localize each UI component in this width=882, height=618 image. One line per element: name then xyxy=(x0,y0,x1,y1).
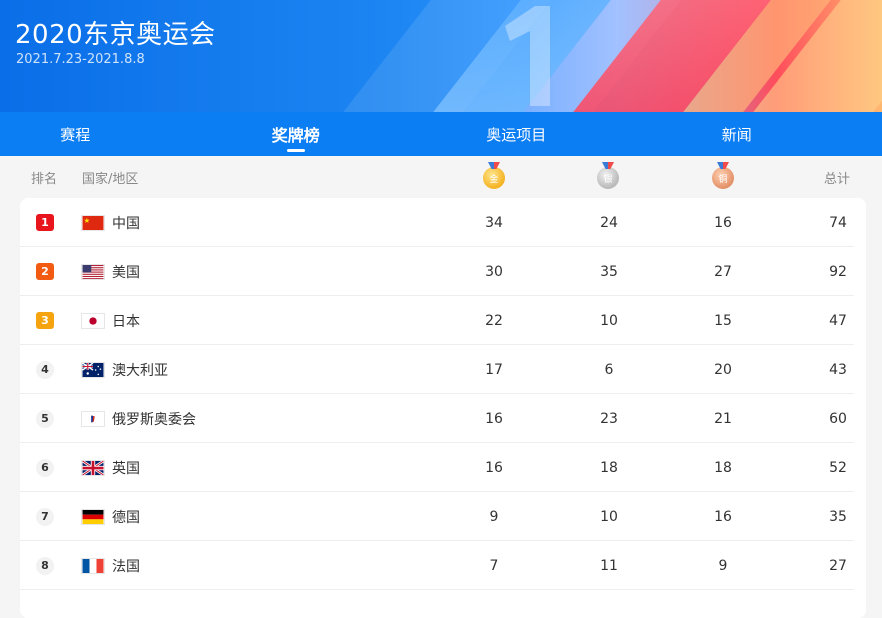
tab-label: 赛程 xyxy=(60,124,90,145)
event-dates: 2021.7.23-2021.8.8 xyxy=(16,52,145,67)
uk-flag-icon xyxy=(81,460,105,476)
tab-bar: 赛程 奖牌榜 奥运项目 新闻 xyxy=(0,112,882,156)
bronze-count: 18 xyxy=(703,443,743,492)
silver-count: 18 xyxy=(589,443,629,492)
japan-flag-icon xyxy=(81,313,105,329)
total-count: 43 xyxy=(818,345,858,394)
rank-badge: 6 xyxy=(36,459,54,477)
gold-count: 17 xyxy=(474,345,514,394)
country-name: 澳大利亚 xyxy=(112,345,168,394)
table-row[interactable]: 7 德国 9 10 16 35 xyxy=(20,492,854,541)
table-row[interactable]: 2 美国 30 35 27 92 xyxy=(20,247,854,296)
usa-flag-icon xyxy=(81,264,105,280)
table-row[interactable]: 4 澳大利亚 17 6 20 43 xyxy=(20,345,854,394)
gold-count: 16 xyxy=(474,443,514,492)
tab-schedule[interactable]: 赛程 xyxy=(0,112,221,156)
rank-badge: 8 xyxy=(36,557,54,575)
total-count: 47 xyxy=(818,296,858,345)
page-title: 2020东京奥运会 xyxy=(15,14,216,51)
silver-count: 6 xyxy=(589,345,629,394)
gold-count: 34 xyxy=(474,198,514,247)
country-name: 法国 xyxy=(112,541,140,590)
country-name: 中国 xyxy=(112,198,140,247)
country-name: 英国 xyxy=(112,443,140,492)
total-count: 35 xyxy=(818,492,858,541)
silver-count: 11 xyxy=(589,541,629,590)
table-row[interactable]: 5 俄罗斯奥委会 16 23 21 60 xyxy=(20,394,854,443)
tab-olympic-sports[interactable]: 奥运项目 xyxy=(441,112,662,156)
gold-count: 7 xyxy=(474,541,514,590)
china-flag-icon xyxy=(81,215,105,231)
total-count: 27 xyxy=(818,541,858,590)
gold-medal-icon: 金 xyxy=(483,156,505,198)
rank-badge: 2 xyxy=(36,263,54,280)
table-row[interactable]: 1 中国 34 24 16 74 xyxy=(20,198,854,247)
gold-count: 30 xyxy=(474,247,514,296)
rank-badge: 7 xyxy=(36,508,54,526)
silver-count: 23 xyxy=(589,394,629,443)
medal-table: 1 中国 34 24 16 74 2 美国 30 35 27 92 xyxy=(20,198,866,618)
tab-label: 奖牌榜 xyxy=(272,122,320,146)
tab-label: 奥运项目 xyxy=(486,124,546,145)
rank-badge: 5 xyxy=(36,410,54,428)
active-tab-indicator xyxy=(287,149,305,152)
medal-table-header: 排名 国家/地区 金 银 铜 总计 xyxy=(0,156,882,198)
tab-medal-table[interactable]: 奖牌榜 xyxy=(221,112,442,156)
silver-medal-icon: 银 xyxy=(597,156,619,198)
france-flag-icon xyxy=(81,558,105,574)
bronze-count: 16 xyxy=(703,492,743,541)
total-count: 92 xyxy=(818,247,858,296)
header-banner: 2020东京奥运会 2021.7.23-2021.8.8 xyxy=(0,0,882,112)
total-count: 60 xyxy=(818,394,858,443)
bronze-count: 16 xyxy=(703,198,743,247)
country-header: 国家/地区 xyxy=(82,156,138,198)
table-row[interactable]: 3 日本 22 10 15 47 xyxy=(20,296,854,345)
roc-flag-icon xyxy=(81,411,105,427)
country-name: 俄罗斯奥委会 xyxy=(112,394,196,443)
total-count: 74 xyxy=(818,198,858,247)
bronze-count: 20 xyxy=(703,345,743,394)
silver-count: 10 xyxy=(589,492,629,541)
gold-count: 16 xyxy=(474,394,514,443)
gold-count: 9 xyxy=(474,492,514,541)
gold-count: 22 xyxy=(474,296,514,345)
table-row[interactable]: 6 英国 16 18 18 52 xyxy=(20,443,854,492)
silver-count: 10 xyxy=(589,296,629,345)
total-header: 总计 xyxy=(824,156,850,198)
tab-news[interactable]: 新闻 xyxy=(662,112,882,156)
germany-flag-icon xyxy=(81,509,105,525)
rank-badge: 3 xyxy=(36,312,54,329)
silver-count: 35 xyxy=(589,247,629,296)
total-count: 52 xyxy=(818,443,858,492)
rank-badge: 1 xyxy=(36,214,54,231)
rank-header: 排名 xyxy=(31,156,57,198)
bronze-count: 15 xyxy=(703,296,743,345)
country-name: 美国 xyxy=(112,247,140,296)
bronze-medal-icon: 铜 xyxy=(712,156,734,198)
bronze-count: 9 xyxy=(703,541,743,590)
table-row[interactable]: 8 法国 7 11 9 27 xyxy=(20,541,854,590)
country-name: 德国 xyxy=(112,492,140,541)
tab-label: 新闻 xyxy=(722,124,752,145)
rank-badge: 4 xyxy=(36,361,54,379)
banner-number-decoration xyxy=(495,6,565,106)
australia-flag-icon xyxy=(81,362,105,378)
silver-count: 24 xyxy=(589,198,629,247)
bronze-count: 21 xyxy=(703,394,743,443)
bronze-count: 27 xyxy=(703,247,743,296)
country-name: 日本 xyxy=(112,296,140,345)
